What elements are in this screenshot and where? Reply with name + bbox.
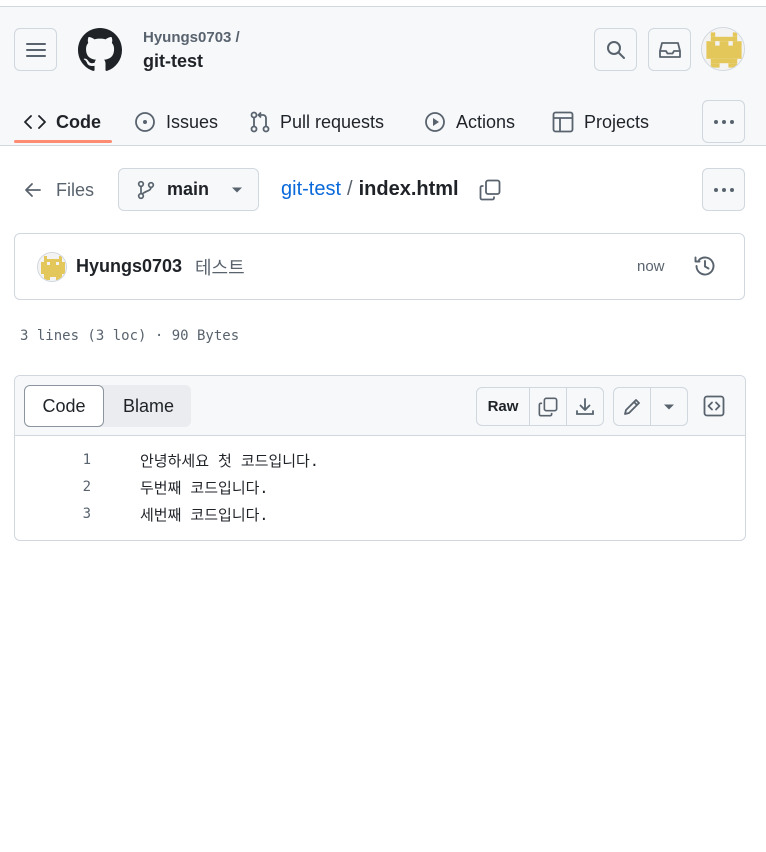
symbols-panel-button[interactable] — [703, 395, 725, 422]
copy-icon — [538, 397, 558, 416]
code-viewer: Code Blame Raw 1 안녕하세요 첫 코드입니다. 2 두번째 코드… — [14, 375, 746, 541]
breadcrumb: git-test / index.html — [281, 178, 501, 201]
raw-button[interactable]: Raw — [477, 388, 530, 425]
history-icon — [694, 256, 715, 276]
code-line: 2 두번째 코드입니다. — [15, 475, 745, 502]
issue-icon — [135, 112, 155, 132]
raw-label: Raw — [487, 398, 519, 415]
inbox-button[interactable] — [648, 28, 691, 71]
pull-request-icon — [250, 111, 270, 133]
edit-group — [613, 387, 688, 426]
breadcrumb-file: index.html — [358, 178, 459, 200]
repo-name-link[interactable]: git-test — [143, 51, 203, 72]
commit-message[interactable]: 테스트 — [195, 254, 245, 280]
inbox-icon — [658, 41, 681, 58]
history-button[interactable] — [693, 254, 717, 283]
github-logo-icon[interactable] — [78, 28, 122, 77]
tab-issues[interactable]: Issues — [134, 95, 218, 149]
breadcrumb-separator: / — [347, 178, 353, 200]
code-line: 1 안녕하세요 첫 코드입니다. — [15, 448, 745, 475]
tab-label: Projects — [584, 111, 650, 132]
copy-path-button[interactable] — [479, 179, 501, 201]
branch-name: main — [167, 179, 210, 199]
line-content: 세번째 코드입니다. — [140, 506, 269, 524]
download-button[interactable] — [567, 388, 603, 425]
files-label: Files — [56, 179, 95, 200]
code-line: 3 세번째 코드입니다. — [15, 502, 745, 529]
line-number[interactable]: 2 — [15, 479, 91, 495]
pencil-icon — [624, 398, 640, 415]
file-info: 3 lines (3 loc) · 90 Bytes — [20, 328, 240, 344]
copy-icon — [479, 179, 501, 200]
more-tabs-button[interactable] — [702, 100, 745, 143]
copy-raw-button[interactable] — [530, 388, 567, 425]
git-branch-icon — [137, 180, 155, 199]
files-back-button[interactable]: Files — [24, 174, 94, 206]
line-content: 안녕하세요 첫 코드입니다. — [140, 452, 319, 470]
tab-actions[interactable]: Actions — [424, 95, 515, 149]
file-navigation-bar: Files main git-test / index.html — [0, 160, 766, 220]
line-content: 두번째 코드입니다. — [140, 479, 269, 497]
repo-tabs: Code Issues Pull requests Actions Projec… — [0, 95, 766, 153]
blame-view-button[interactable]: Blame — [106, 385, 191, 427]
repo-header: Hyungs0703 / git-test Code Issues Pull r… — [0, 6, 766, 146]
search-button[interactable] — [594, 28, 637, 71]
menu-button[interactable] — [14, 28, 57, 71]
raw-copy-download-group: Raw — [476, 387, 604, 426]
code-lines: 1 안녕하세요 첫 코드입니다. 2 두번째 코드입니다. 3 세번째 코드입니… — [15, 448, 745, 529]
view-mode-toggle: Code Blame — [24, 385, 191, 427]
tab-pull-requests[interactable]: Pull requests — [250, 95, 384, 149]
commit-author[interactable]: Hyungs0703 — [76, 256, 182, 277]
tab-label: Issues — [166, 111, 219, 132]
tab-label: Pull requests — [280, 111, 385, 132]
branch-selector[interactable]: main — [118, 168, 259, 211]
tab-label: Code — [56, 111, 101, 132]
search-icon — [606, 40, 625, 59]
tab-projects[interactable]: Projects — [552, 95, 649, 149]
commit-time: now — [637, 258, 665, 275]
active-tab-indicator — [14, 140, 112, 143]
line-number[interactable]: 3 — [15, 506, 91, 522]
repo-owner-link[interactable]: Hyungs0703 / — [143, 29, 240, 46]
play-icon — [425, 112, 445, 132]
latest-commit-box: Hyungs0703 테스트 now — [14, 233, 745, 300]
kebab-horizontal-icon — [713, 119, 734, 124]
file-more-button[interactable] — [702, 168, 745, 211]
code-square-icon — [703, 395, 725, 417]
code-icon — [24, 115, 46, 129]
code-view-button[interactable]: Code — [24, 385, 104, 427]
line-number[interactable]: 1 — [15, 452, 91, 468]
hamburger-icon — [25, 42, 46, 57]
table-icon — [552, 111, 574, 133]
breadcrumb-repo-link[interactable]: git-test — [281, 178, 341, 201]
caret-down-icon — [232, 187, 243, 192]
download-icon — [576, 397, 594, 415]
edit-button[interactable] — [614, 388, 651, 425]
kebab-horizontal-icon — [713, 187, 734, 192]
tab-label: Actions — [456, 111, 516, 132]
user-avatar[interactable] — [701, 27, 745, 71]
code-toolbar: Code Blame Raw — [15, 376, 745, 436]
arrow-left-icon — [25, 183, 41, 197]
caret-down-icon — [664, 404, 674, 409]
commit-author-avatar[interactable] — [37, 252, 67, 282]
edit-menu-button[interactable] — [651, 388, 687, 425]
